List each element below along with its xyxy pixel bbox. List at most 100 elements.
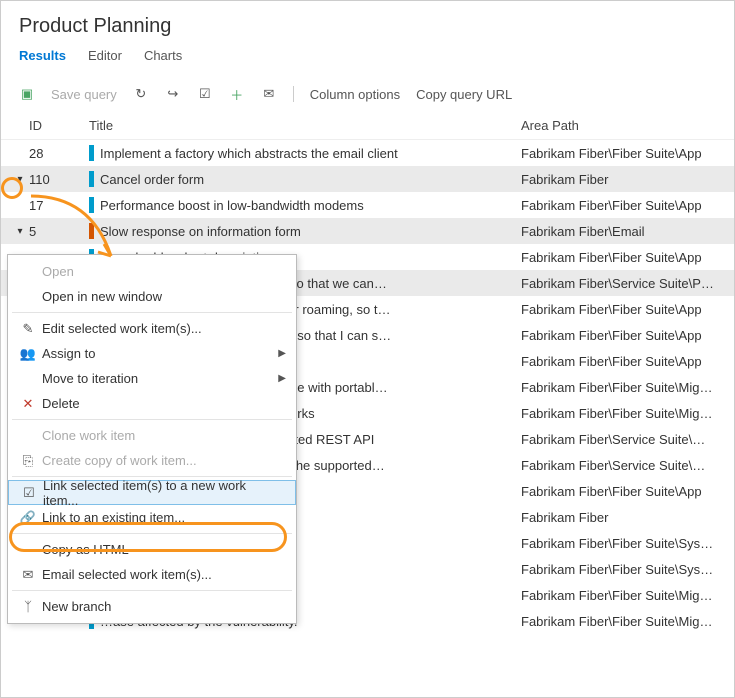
work-item-id: 110 xyxy=(29,172,77,187)
work-item-area-path: Fabrikam Fiber\Service Suite\Perfor xyxy=(521,276,716,291)
table-row[interactable]: ▾110 Cancel order form Fabrikam Fiber xyxy=(1,166,734,192)
toolbar: ▣ Save query ↻ ↪ ☑ ＋ ✉ Column options Co… xyxy=(1,78,734,110)
menu-item-label: Assign to xyxy=(38,346,278,361)
menu-separator xyxy=(12,312,292,313)
menu-item-label: Create copy of work item... xyxy=(38,453,286,468)
email-selected-work-item-s-icon: ✉ xyxy=(18,567,38,583)
work-item-area-path: Fabrikam Fiber\Fiber Suite\Migrate xyxy=(521,588,716,603)
menu-item-email-selected-work-item-s[interactable]: ✉Email selected work item(s)... xyxy=(8,562,296,587)
menu-item-edit-selected-work-item-s[interactable]: ✎Edit selected work item(s)... xyxy=(8,316,296,341)
work-item-area-path: Fabrikam Fiber\Fiber Suite\System xyxy=(521,562,716,577)
menu-item-link-selected-item-s-to-a-new-work-item[interactable]: ☑Link selected item(s) to a new work ite… xyxy=(8,480,296,505)
edit-icon[interactable]: ☑ xyxy=(197,86,213,102)
work-item-area-path: Fabrikam Fiber\Fiber Suite\App xyxy=(521,328,716,343)
menu-item-label: Delete xyxy=(38,396,286,411)
table-row[interactable]: 28 Implement a factory which abstracts th… xyxy=(1,140,734,166)
work-item-area-path: Fabrikam Fiber\Fiber Suite\App xyxy=(521,484,716,499)
menu-item-label: Open in new window xyxy=(38,289,286,304)
work-item-title: Cancel order form xyxy=(100,172,204,187)
copy-query-url-button[interactable]: Copy query URL xyxy=(416,87,512,102)
type-color-bar xyxy=(89,171,94,187)
menu-item-label: New branch xyxy=(38,599,286,614)
work-item-area-path: Fabrikam Fiber xyxy=(521,172,716,187)
work-item-area-path: Fabrikam Fiber\Fiber Suite\App xyxy=(521,198,716,213)
work-item-area-path: Fabrikam Fiber\Fiber Suite\Migrate xyxy=(521,380,716,395)
menu-item-link-to-an-existing-item[interactable]: 🔗Link to an existing item... xyxy=(8,505,296,530)
expand-caret-icon[interactable]: ▾ xyxy=(11,174,29,185)
menu-item-clone-work-item: Clone work item xyxy=(8,423,296,448)
menu-item-label: Clone work item xyxy=(38,428,286,443)
type-color-bar xyxy=(89,145,94,161)
menu-item-label: Edit selected work item(s)... xyxy=(38,321,286,336)
menu-item-move-to-iteration[interactable]: Move to iteration▶ xyxy=(8,366,296,391)
tab-charts[interactable]: Charts xyxy=(144,48,182,69)
work-item-area-path: Fabrikam Fiber\Fiber Suite\App xyxy=(521,302,716,317)
menu-separator xyxy=(12,590,292,591)
work-item-area-path: Fabrikam Fiber xyxy=(521,510,716,525)
menu-item-open: Open xyxy=(8,259,296,284)
work-item-area-path: Fabrikam Fiber\Service Suite\Web S xyxy=(521,458,716,473)
column-options-button[interactable]: Column options xyxy=(310,87,400,102)
work-item-title-cell: Implement a factory which abstracts the … xyxy=(77,145,521,161)
link-selected-item-s-to-a-new-work-item-icon: ☑ xyxy=(19,485,39,501)
expand-caret-icon[interactable]: ▾ xyxy=(11,226,29,237)
work-item-area-path: Fabrikam Fiber\Fiber Suite\Migrate xyxy=(521,614,716,629)
table-row[interactable]: ▾5Slow response on information formFabri… xyxy=(1,218,734,244)
new-work-item-icon[interactable]: ▣ xyxy=(19,86,35,102)
tabs: Results Editor Charts xyxy=(1,48,734,78)
column-headers: ID Title Area Path xyxy=(1,110,734,140)
work-item-area-path: Fabrikam Fiber\Email xyxy=(521,224,716,239)
refresh-icon[interactable]: ↻ xyxy=(133,86,149,102)
work-item-area-path: Fabrikam Fiber\Fiber Suite\Migrate xyxy=(521,406,716,421)
header-area[interactable]: Area Path xyxy=(521,118,716,133)
save-query-button: Save query xyxy=(51,87,117,102)
work-item-title: Slow response on information form xyxy=(100,224,301,239)
work-item-title-cell: Cancel order form xyxy=(77,171,521,187)
submenu-arrow-icon: ▶ xyxy=(278,373,286,384)
type-color-bar xyxy=(89,223,94,239)
work-item-area-path: Fabrikam Fiber\Fiber Suite\App xyxy=(521,354,716,369)
table-row[interactable]: 17 Performance boost in low-bandwidth mod… xyxy=(1,192,734,218)
menu-item-delete[interactable]: ✕Delete xyxy=(8,391,296,416)
menu-item-assign-to[interactable]: 👥Assign to▶ xyxy=(8,341,296,366)
work-item-title-cell: Performance boost in low-bandwidth modem… xyxy=(77,197,521,213)
work-item-area-path: Fabrikam Fiber\Fiber Suite\App xyxy=(521,146,716,161)
menu-item-label: Email selected work item(s)... xyxy=(38,567,286,582)
type-color-bar xyxy=(89,197,94,213)
tab-editor[interactable]: Editor xyxy=(88,48,122,69)
link-to-an-existing-item-icon: 🔗 xyxy=(18,510,38,526)
header-title[interactable]: Title xyxy=(77,118,521,133)
menu-item-label: Link selected item(s) to a new work item… xyxy=(39,478,285,508)
work-item-title: Performance boost in low-bandwidth modem… xyxy=(100,198,364,213)
undo-icon[interactable]: ↪ xyxy=(165,86,181,102)
email-icon[interactable]: ✉ xyxy=(261,86,277,102)
menu-item-new-branch[interactable]: ᛉNew branch xyxy=(8,594,296,619)
work-item-title-cell: Slow response on information form xyxy=(77,223,521,239)
work-item-id: 17 xyxy=(29,198,77,213)
new-branch-icon: ᛉ xyxy=(18,599,38,614)
work-item-area-path: Fabrikam Fiber\Fiber Suite\App xyxy=(521,250,716,265)
context-menu: Open Open in new window ✎Edit selected wor… xyxy=(7,254,297,624)
submenu-arrow-icon: ▶ xyxy=(278,348,286,359)
header-id[interactable]: ID xyxy=(29,118,77,133)
work-item-title: Implement a factory which abstracts the … xyxy=(100,146,398,161)
work-item-area-path: Fabrikam Fiber\Service Suite\Web S xyxy=(521,432,716,447)
menu-item-label: Link to an existing item... xyxy=(38,510,286,525)
toolbar-divider xyxy=(293,86,294,102)
menu-item-copy-as-html[interactable]: Copy as HTML xyxy=(8,537,296,562)
create-copy-of-work-item-icon: ⎘ xyxy=(18,453,38,469)
menu-separator xyxy=(12,419,292,420)
work-item-area-path: Fabrikam Fiber\Fiber Suite\System xyxy=(521,536,716,551)
add-icon[interactable]: ＋ xyxy=(229,86,245,102)
menu-separator xyxy=(12,533,292,534)
menu-item-create-copy-of-work-item: ⎘Create copy of work item... xyxy=(8,448,296,473)
page-title: Product Planning xyxy=(1,1,734,48)
menu-item-open-in-new-window[interactable]: Open in new window xyxy=(8,284,296,309)
menu-item-label: Open xyxy=(38,264,286,279)
menu-item-label: Move to iteration xyxy=(38,371,278,386)
edit-selected-work-item-s-icon: ✎ xyxy=(18,321,38,337)
tab-results[interactable]: Results xyxy=(19,48,66,69)
work-item-id: 28 xyxy=(29,146,77,161)
menu-item-label: Copy as HTML xyxy=(38,542,286,557)
assign-to-icon: 👥 xyxy=(18,346,38,362)
